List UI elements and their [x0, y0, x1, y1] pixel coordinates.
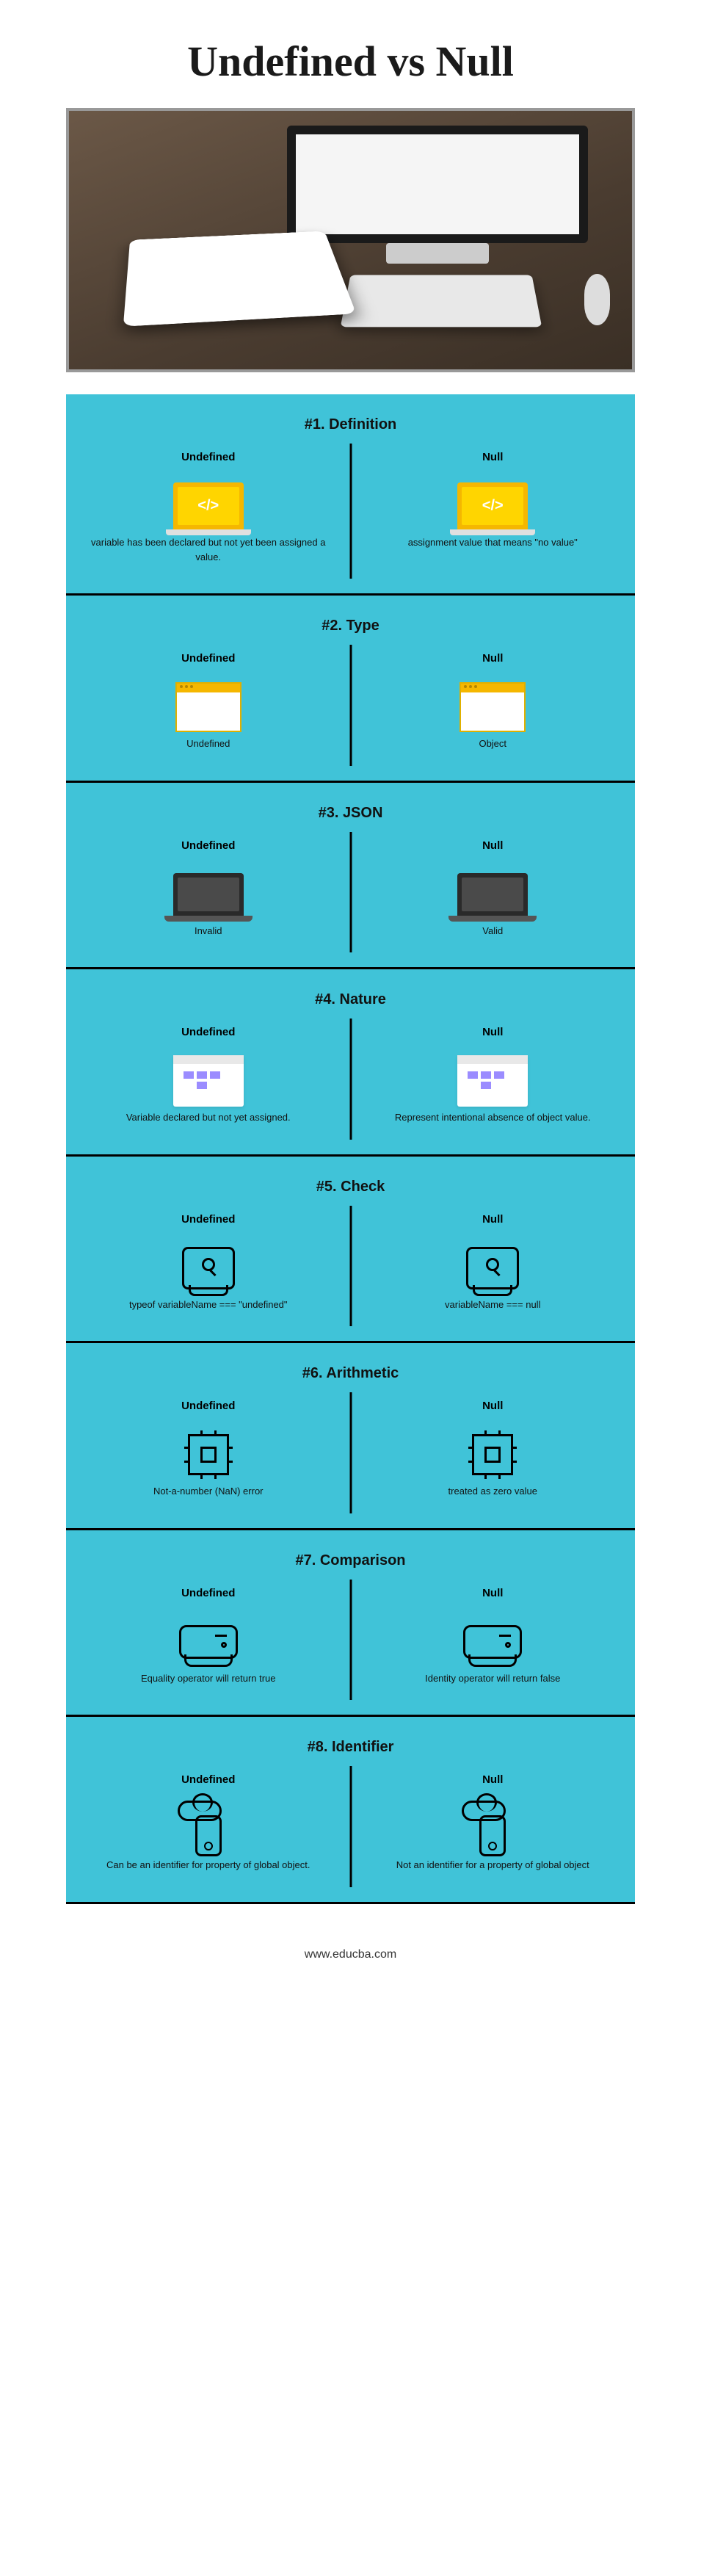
- desc: Variable declared but not yet assigned.: [84, 1110, 333, 1125]
- drive-search-icon: [182, 1247, 235, 1289]
- desc: Object: [368, 737, 618, 751]
- col-undefined: Undefined </> variable has been declared…: [66, 451, 351, 564]
- divider: [349, 1392, 352, 1513]
- drive-icon: [179, 1625, 238, 1659]
- section-identifier: #8. Identifier Undefined Can be an ident…: [66, 1715, 635, 1904]
- col-label-null: Null: [368, 1026, 618, 1038]
- desc: variableName === null: [368, 1298, 618, 1312]
- section-nature: #4. Nature Undefined Variable declared b…: [66, 967, 635, 1154]
- desc: Can be an identifier for property of glo…: [84, 1858, 333, 1873]
- col-label-undefined: Undefined: [84, 1587, 333, 1599]
- code-laptop-icon: </>: [457, 482, 528, 529]
- col-label-undefined: Undefined: [84, 1400, 333, 1412]
- browser-tiles-icon: [173, 1055, 244, 1107]
- desc: Equality operator will return true: [84, 1671, 333, 1686]
- col-label-null: Null: [368, 451, 618, 463]
- section-title: #3. JSON: [66, 805, 635, 822]
- col-label-undefined: Undefined: [84, 652, 333, 665]
- divider: [349, 832, 352, 953]
- col-label-null: Null: [368, 839, 618, 852]
- window-icon: [175, 682, 241, 732]
- desc: Identity operator will return false: [368, 1671, 618, 1686]
- section-arithmetic: #6. Arithmetic Undefined Not-a-number (N…: [66, 1341, 635, 1528]
- divider: [349, 645, 352, 766]
- section-json: #3. JSON Undefined Invalid Null Valid: [66, 781, 635, 968]
- col-label-undefined: Undefined: [84, 839, 333, 852]
- section-title: #7. Comparison: [66, 1552, 635, 1569]
- col-label-undefined: Undefined: [84, 451, 333, 463]
- section-title: #1. Definition: [66, 416, 635, 433]
- col-label-null: Null: [368, 1773, 618, 1786]
- section-type: #2. Type Undefined Undefined Null Object: [66, 593, 635, 781]
- code-laptop-icon: </>: [173, 482, 244, 529]
- col-label-null: Null: [368, 652, 618, 665]
- desc: assignment value that means "no value": [368, 535, 618, 550]
- desc: variable has been declared but not yet b…: [84, 535, 333, 564]
- col-null: Null </> assignment value that means "no…: [351, 451, 636, 564]
- page-title: Undefined vs Null: [0, 0, 701, 108]
- divider: [349, 1580, 352, 1701]
- dark-laptop-icon: [173, 873, 244, 916]
- desc: typeof variableName === "undefined": [84, 1298, 333, 1312]
- desc: Valid: [368, 924, 618, 938]
- cpu-chip-icon: [188, 1434, 229, 1475]
- window-icon: [460, 682, 526, 732]
- col-label-null: Null: [368, 1213, 618, 1226]
- section-title: #4. Nature: [66, 991, 635, 1008]
- hero-image: [66, 108, 635, 372]
- section-comparison: #7. Comparison Undefined Equality operat…: [66, 1528, 635, 1715]
- section-definition: #1. Definition Undefined </> variable ha…: [66, 394, 635, 593]
- desc: Not an identifier for a property of glob…: [368, 1858, 618, 1873]
- comparison-sections: #1. Definition Undefined </> variable ha…: [0, 394, 701, 1904]
- drive-icon: [463, 1625, 522, 1659]
- section-title: #6. Arithmetic: [66, 1365, 635, 1382]
- col-label-null: Null: [368, 1400, 618, 1412]
- browser-tiles-icon: [457, 1055, 528, 1107]
- drive-search-icon: [466, 1247, 519, 1289]
- col-label-undefined: Undefined: [84, 1773, 333, 1786]
- col-label-undefined: Undefined: [84, 1026, 333, 1038]
- dark-laptop-icon: [457, 873, 528, 916]
- desc: Undefined: [84, 737, 333, 751]
- col-label-null: Null: [368, 1587, 618, 1599]
- section-title: #5. Check: [66, 1179, 635, 1195]
- desc: Not-a-number (NaN) error: [84, 1484, 333, 1499]
- footer-link: www.educba.com: [0, 1904, 701, 2035]
- cloud-device-icon: [471, 1801, 515, 1856]
- section-title: #2. Type: [66, 618, 635, 634]
- divider: [349, 1019, 352, 1140]
- section-title: #8. Identifier: [66, 1739, 635, 1756]
- divider: [349, 444, 352, 579]
- divider: [349, 1206, 352, 1327]
- col-label-undefined: Undefined: [84, 1213, 333, 1226]
- desc: Represent intentional absence of object …: [368, 1110, 618, 1125]
- cpu-chip-icon: [472, 1434, 513, 1475]
- desc: Invalid: [84, 924, 333, 938]
- cloud-device-icon: [186, 1801, 230, 1856]
- section-check: #5. Check Undefined typeof variableName …: [66, 1154, 635, 1342]
- divider: [349, 1766, 352, 1887]
- desc: treated as zero value: [368, 1484, 618, 1499]
